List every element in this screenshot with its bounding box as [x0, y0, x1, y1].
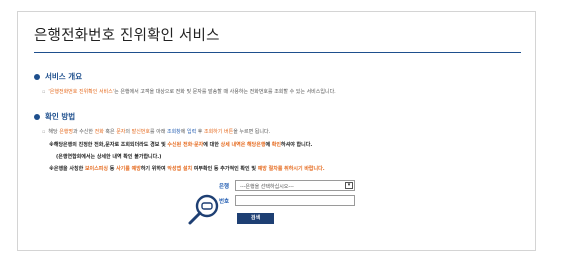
- method-line-2: ※해당은행의 진정한 전화,문자로 조회되더라도 경보 및 수신된 전화·문자에…: [49, 142, 313, 148]
- overview-service-name: '은행전화번호 진위확인 서비스': [48, 89, 115, 95]
- section-bullet-icon: [34, 113, 40, 120]
- method-heading-label: 확인 방법: [45, 112, 76, 121]
- method-heading: 확인 방법: [34, 111, 75, 122]
- bank-select-value: ---은행을 선택하십시오---: [240, 184, 294, 190]
- magnifier-icon: [188, 194, 219, 225]
- method-line-4: ※은행을 사칭한 보이스피싱 등 사기를 예방하기 위하여 악성앱 설치 여부확…: [49, 166, 325, 172]
- list-dot-icon: ▫: [42, 89, 46, 95]
- page-title: 은행전화번호 진위확인 서비스: [34, 28, 220, 44]
- method-line-3: (은행연합회에서는 상세한 내역 확인 불가합니다.): [56, 154, 162, 160]
- content-panel: 은행전화번호 진위확인 서비스 서비스 개요 ▫ '은행전화번호 진위확인 서비스…: [17, 11, 536, 251]
- dropdown-caret-icon[interactable]: ▾: [345, 182, 353, 189]
- list-dot-icon: ▫: [42, 129, 46, 135]
- overview-heading-label: 서비스 개요: [45, 72, 83, 81]
- number-label: 번호: [219, 199, 230, 205]
- overview-desc: 는 은행에서 고객을 대상으로 전화 및 문자를 발송할 때 사용하는 전화번호…: [114, 89, 336, 95]
- bank-select[interactable]: ---은행을 선택하십시오--- ▾: [235, 180, 355, 191]
- bank-label: 은행: [219, 184, 230, 190]
- overview-text: ▫ '은행전화번호 진위확인 서비스'는 은행에서 고객을 대상으로 전화 및 문…: [42, 88, 336, 95]
- phone-number-input[interactable]: [235, 195, 355, 206]
- search-button[interactable]: 검색: [237, 213, 274, 224]
- overview-heading: 서비스 개요: [34, 71, 82, 82]
- section-bullet-icon: [34, 73, 40, 80]
- title-divider: [34, 52, 521, 53]
- method-line-1: ▫ 해당 은행명과 수신한 전화 혹은 문자의 발신번호를 아래 조회창에 입력 …: [42, 129, 271, 135]
